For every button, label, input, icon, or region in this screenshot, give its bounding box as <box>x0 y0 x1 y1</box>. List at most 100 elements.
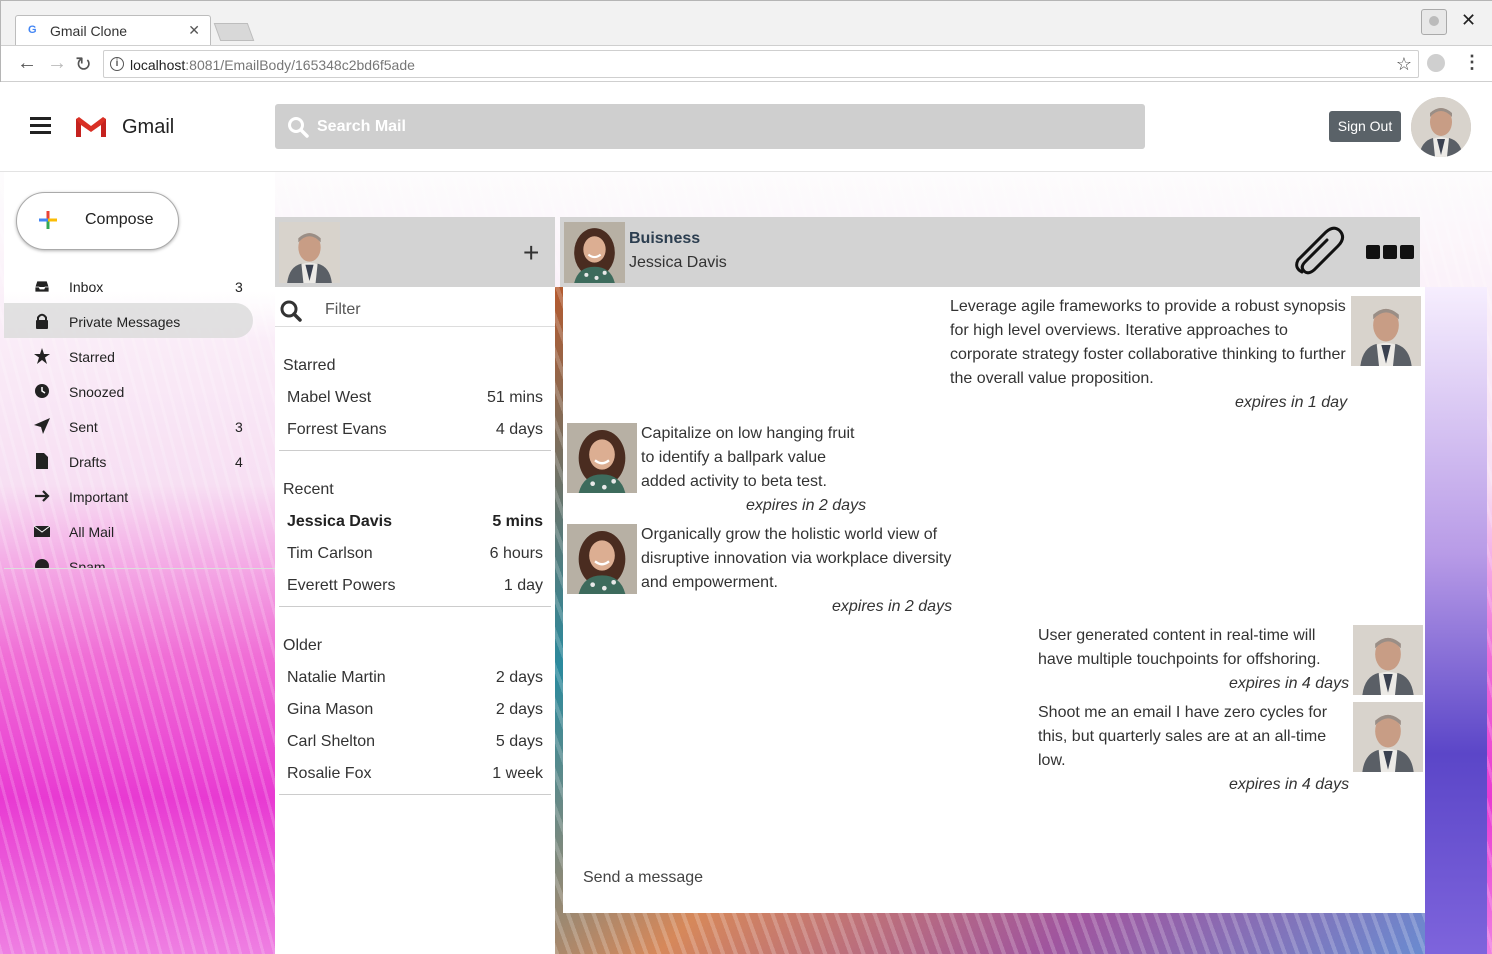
hamburger-menu-icon[interactable] <box>30 117 51 134</box>
url-path: :8081/EmailBody/165348c2bd6f5ade <box>185 57 415 73</box>
bookmark-star-icon[interactable]: ☆ <box>1396 54 1412 75</box>
conversation-name: Jessica Davis <box>287 513 392 530</box>
sidebar-item-snoozed[interactable]: Snoozed <box>4 373 275 408</box>
message-line: added activity to beta test. <box>641 473 827 490</box>
tab-close-icon[interactable]: ✕ <box>188 22 200 39</box>
conversation-row[interactable]: Gina Mason 2 days <box>279 693 551 725</box>
paperclip-icon[interactable] <box>1292 226 1346 278</box>
sidebar-item-label: All Mail <box>69 524 115 540</box>
filter-input[interactable]: Filter <box>275 287 555 327</box>
message-bubble: Organically grow the holistic world view… <box>641 523 951 595</box>
sidebar-item-label: Inbox <box>69 279 104 295</box>
compose-label: Compose <box>85 211 154 228</box>
send-icon <box>34 418 50 434</box>
gmail-logo-icon <box>76 117 106 137</box>
window-close-icon[interactable]: ✕ <box>1461 10 1476 31</box>
sidebar-item-label: Drafts <box>69 454 107 470</box>
chat-messages: Leverage agile frameworks to provide a r… <box>563 287 1425 913</box>
message-expiry: expires in 4 days <box>1229 675 1350 692</box>
sidebar-item-count: 3 <box>235 419 243 435</box>
conversation-name: Tim Carlson <box>287 545 373 562</box>
group-divider <box>279 794 551 795</box>
conversation-row[interactable]: Mabel West 51 mins <box>279 381 551 413</box>
app-header: Gmail Search Mail Sign Out <box>0 82 1492 172</box>
compose-plus-icon <box>39 211 57 229</box>
conversation-time: 1 day <box>503 577 543 594</box>
reload-icon[interactable]: ↻ <box>75 52 92 77</box>
new-conversation-plus-icon[interactable]: + <box>523 237 539 269</box>
user-avatar[interactable] <box>1411 97 1471 157</box>
conversation-row[interactable]: Forrest Evans 4 days <box>279 413 551 445</box>
info-icon[interactable]: i <box>110 57 124 71</box>
conversation-time: 5 mins <box>492 513 543 530</box>
forward-icon[interactable]: → <box>47 52 67 75</box>
tab-title: Gmail Clone <box>50 23 128 39</box>
sign-out-button[interactable]: Sign Out <box>1329 111 1401 142</box>
new-tab-button[interactable] <box>213 23 255 41</box>
extension-icon[interactable] <box>1427 54 1445 72</box>
message-line: Organically grow the holistic world view… <box>641 526 938 543</box>
message-bubble: Leverage agile frameworks to provide a r… <box>950 295 1346 391</box>
sidebar-item-spam[interactable]: Spam <box>4 548 275 568</box>
message-bubble: User generated content in real-time will… <box>1038 624 1321 672</box>
message-expiry: expires in 2 days <box>746 497 867 514</box>
profile-icon[interactable] <box>1421 9 1447 35</box>
browser-menu-icon[interactable]: ⋮ <box>1463 52 1481 73</box>
conversation-row[interactable]: Natalie Martin 2 days <box>279 661 551 693</box>
filter-placeholder: Filter <box>325 301 361 318</box>
message-line: and empowerment. <box>641 574 778 591</box>
sidebar-item-inbox[interactable]: Inbox 3 <box>4 268 275 303</box>
sidebar-item-drafts[interactable]: Drafts 4 <box>4 443 275 478</box>
sidebar-divider <box>4 568 275 569</box>
send-message-input[interactable]: Send a message <box>583 869 703 887</box>
sidebar-item-label: Sent <box>69 419 98 435</box>
compose-button[interactable]: Compose <box>16 192 179 250</box>
message-line: Leverage agile frameworks to provide a r… <box>950 298 1346 315</box>
message-line: this, but quarterly sales are at an all-… <box>1038 728 1327 745</box>
sidebar-item-private-messages[interactable]: Private Messages <box>4 303 253 338</box>
sidebar-item-label: Important <box>69 489 129 505</box>
conversation-name: Forrest Evans <box>287 421 387 438</box>
address-bar[interactable]: i localhost:8081/EmailBody/165348c2bd6f5… <box>103 50 1419 78</box>
chat-subject: Buisness <box>629 230 701 247</box>
group-divider <box>279 450 551 451</box>
sidebar-item-label: Private Messages <box>69 314 181 330</box>
back-icon[interactable]: ← <box>17 52 37 75</box>
message-line: Shoot me an email I have zero cycles for <box>1038 704 1328 721</box>
conversation-name: Rosalie Fox <box>287 765 372 782</box>
sidebar-item-starred[interactable]: Starred <box>4 338 275 373</box>
clock-icon <box>35 384 49 398</box>
right-background-artwork <box>1425 287 1487 954</box>
more-options-icon[interactable] <box>1366 245 1414 259</box>
message-expiry: expires in 2 days <box>832 598 953 615</box>
message-line: to identify a ballpark value <box>641 449 826 466</box>
browser-chrome: G Gmail Clone ✕ ✕ ← → ↻ i localhost:8081… <box>0 0 1492 82</box>
my-avatar <box>279 222 340 283</box>
conversation-name: Natalie Martin <box>287 669 386 686</box>
conversation-row[interactable]: Tim Carlson 6 hours <box>279 537 551 569</box>
sender-avatar <box>567 524 637 594</box>
message-line: User generated content in real-time will <box>1038 627 1316 644</box>
conversation-row[interactable]: Carl Shelton 5 days <box>279 725 551 757</box>
conversation-time: 2 days <box>495 669 543 686</box>
conversation-row-selected[interactable]: Jessica Davis 5 mins <box>279 505 551 537</box>
search-input[interactable]: Search Mail <box>275 104 1145 149</box>
sidebar-item-label: Starred <box>69 349 115 365</box>
sidebar-item-sent[interactable]: Sent 3 <box>4 408 275 443</box>
conversation-time: 1 week <box>492 765 543 782</box>
conversation-time: 2 days <box>495 701 543 718</box>
sidebar-item-all-mail[interactable]: All Mail <box>4 513 275 548</box>
browser-tab[interactable]: G Gmail Clone ✕ <box>15 15 211 45</box>
sender-avatar <box>1351 296 1421 366</box>
conversation-row[interactable]: Rosalie Fox 1 week <box>279 757 551 789</box>
message-line: corporate strategy foster collaborative … <box>950 346 1346 363</box>
conversation-time: 6 hours <box>489 545 543 562</box>
sidebar-nav: Inbox 3 Private Messages Starred Snoozed… <box>4 268 275 568</box>
sidebar-item-important[interactable]: Important <box>4 478 275 513</box>
lock-icon <box>36 313 48 329</box>
conversation-row[interactable]: Everett Powers 1 day <box>279 569 551 601</box>
message-line: for high level overviews. Iterative appr… <box>950 322 1288 339</box>
message-line: Capitalize on low hanging fruit <box>641 425 855 442</box>
search-placeholder: Search Mail <box>317 118 406 135</box>
conversation-name: Carl Shelton <box>287 733 376 750</box>
